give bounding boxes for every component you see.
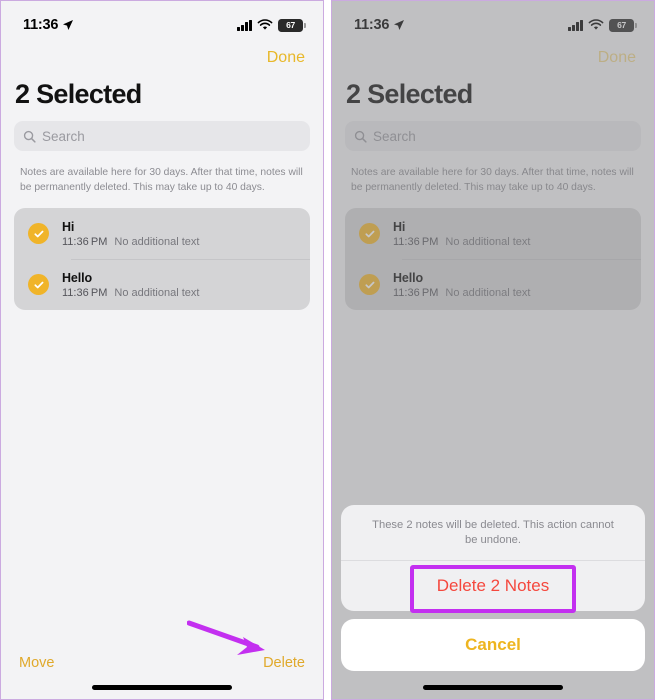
delete-button[interactable]: Delete [263,655,305,671]
delete-confirmation-action-sheet: These 2 notes will be deleted. This acti… [341,505,645,671]
done-button[interactable]: Done [267,49,305,67]
delete-2-notes-button[interactable]: Delete 2 Notes [341,561,645,611]
action-sheet-message: These 2 notes will be deleted. This acti… [341,505,645,561]
search-input[interactable]: Search [14,121,310,151]
note-time: 11:36 PM [62,235,108,248]
checkmark-circle-icon[interactable] [28,223,49,244]
retention-info-text: Notes are available here for 30 days. Af… [20,167,303,193]
status-bar-indicators: 67 [237,18,306,32]
notes-list: Hi 11:36 PM No additional text Hello 11:… [14,208,310,310]
bottom-toolbar: Move Delete [1,655,323,671]
status-bar-time-group: 11:36 [23,17,74,33]
action-sheet-group: These 2 notes will be deleted. This acti… [341,505,645,611]
checkmark-circle-icon[interactable] [28,274,49,295]
battery-percent-label: 67 [286,20,295,30]
note-meta: 11:36 PM No additional text [62,287,199,299]
wifi-icon [257,19,273,30]
status-bar-time: 11:36 [23,17,59,33]
comparison-stage: 11:36 67 Done 2 Selected Search Notes ar… [0,0,655,700]
note-list-item[interactable]: Hi 11:36 PM No additional text [14,208,310,259]
phone-screen-left: 11:36 67 Done 2 Selected Search Notes ar… [0,0,324,700]
search-placeholder-text: Search [42,128,85,144]
note-preview: No additional text [114,286,200,299]
location-arrow-icon [63,20,74,30]
cancel-button[interactable]: Cancel [341,619,645,671]
battery-indicator: 67 [278,18,306,32]
note-title: Hi [62,219,75,234]
note-content: Hi 11:36 PM No additional text [62,220,199,248]
search-field-wrapper[interactable]: Search [14,121,310,151]
note-time: 11:36 PM [62,286,108,299]
note-preview: No additional text [114,235,200,248]
note-list-item[interactable]: Hello 11:36 PM No additional text [14,259,310,310]
status-bar: 11:36 67 [1,1,323,41]
page-title: 2 Selected [15,79,142,109]
note-title: Hello [62,270,93,285]
move-button[interactable]: Move [19,655,54,671]
note-content: Hello 11:36 PM No additional text [62,271,199,299]
phone-screen-right: 11:36 67 Done 2 Selected Search Notes ar… [331,0,655,700]
home-indicator [423,685,563,690]
note-meta: 11:36 PM No additional text [62,236,199,248]
nav-bar: Done [1,43,323,73]
home-indicator [92,685,232,690]
cellular-bars-icon [237,19,252,31]
search-icon [23,130,36,143]
